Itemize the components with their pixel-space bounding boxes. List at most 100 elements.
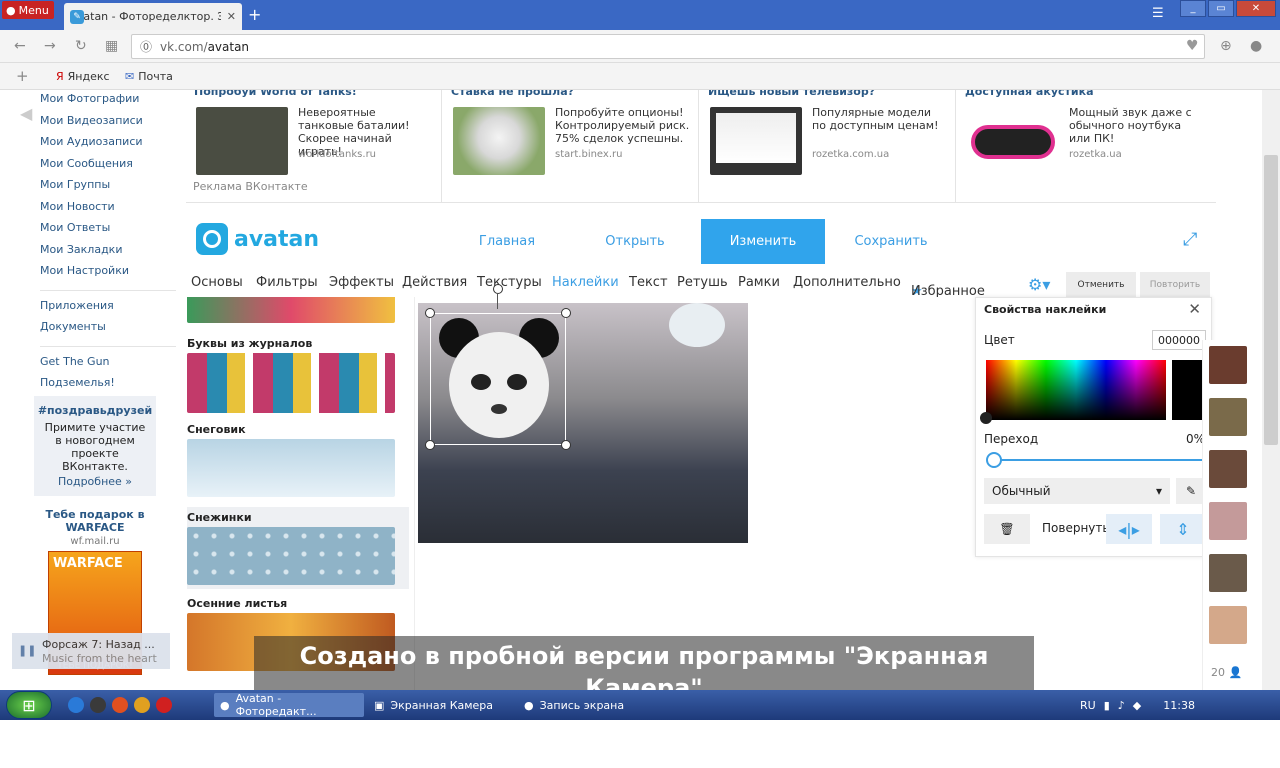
bookmark-mail[interactable]: ✉ Почта bbox=[125, 70, 173, 83]
back-icon[interactable]: ← bbox=[14, 38, 26, 54]
menu-basics[interactable]: Основы bbox=[191, 275, 243, 290]
opera-icon[interactable] bbox=[156, 697, 172, 713]
menu-item-messages[interactable]: Мои Сообщения bbox=[40, 157, 180, 179]
account-icon[interactable]: ● bbox=[1250, 38, 1262, 54]
ad-headline[interactable]: Ищешь новый телевизор? bbox=[708, 90, 875, 98]
sticker-group-snowman[interactable]: Снеговик bbox=[187, 423, 409, 497]
add-bookmark-icon[interactable]: + bbox=[16, 67, 29, 85]
ad-image[interactable] bbox=[710, 107, 802, 175]
friend-avatar[interactable] bbox=[1209, 502, 1247, 540]
explorer-icon[interactable] bbox=[90, 697, 106, 713]
menu-item-videos[interactable]: Мои Видеозаписи bbox=[40, 114, 180, 136]
taskbar-item-screencam[interactable]: ▣ Экранная Камера bbox=[368, 693, 516, 717]
resize-handle[interactable] bbox=[561, 308, 571, 318]
menu-item-apps[interactable]: Приложения bbox=[40, 299, 180, 321]
menu-textures[interactable]: Текстуры bbox=[477, 275, 542, 290]
panda-sticker[interactable] bbox=[430, 313, 566, 445]
menu-actions[interactable]: Действия bbox=[402, 275, 467, 290]
ad-image[interactable] bbox=[453, 107, 545, 175]
minimize-button[interactable]: _ bbox=[1180, 0, 1206, 17]
menu-item-news[interactable]: Мои Новости bbox=[40, 200, 180, 222]
nav-edit[interactable]: Изменить bbox=[701, 219, 825, 264]
nav-home[interactable]: Главная bbox=[457, 219, 557, 264]
menu-item-audio[interactable]: Мои Аудиозаписи bbox=[40, 135, 180, 157]
promo-tag[interactable]: #поздравьдрузей bbox=[34, 404, 156, 417]
ad-image[interactable] bbox=[967, 107, 1059, 175]
menu-stickers[interactable]: Наклейки bbox=[552, 275, 619, 290]
sticker-band[interactable] bbox=[187, 439, 395, 497]
close-icon[interactable]: ✕ bbox=[1188, 300, 1201, 318]
sticker-group-snowflakes[interactable]: Снежинки bbox=[187, 507, 409, 589]
friend-avatar[interactable] bbox=[1209, 450, 1247, 488]
site-info-icon[interactable]: ⓪ bbox=[140, 38, 152, 55]
ad-card[interactable]: Доступная акустика Мощный звук даже с об… bbox=[957, 90, 1213, 203]
menu-item-settings[interactable]: Мои Настройки bbox=[40, 264, 180, 286]
clock[interactable]: 11:38 bbox=[1163, 699, 1195, 712]
download-icon[interactable]: ⊕ bbox=[1220, 38, 1232, 54]
redo-button[interactable]: Повторить bbox=[1140, 272, 1210, 298]
color-picker-handle[interactable] bbox=[980, 412, 992, 424]
resize-handle[interactable] bbox=[425, 308, 435, 318]
color-spectrum[interactable] bbox=[986, 360, 1166, 420]
bookmark-yandex[interactable]: Я Яндекс bbox=[56, 70, 110, 83]
forward-icon[interactable]: → bbox=[44, 38, 56, 54]
ad-headline[interactable]: Доступная акустика bbox=[965, 90, 1094, 98]
tab-close-icon[interactable]: ✕ bbox=[227, 10, 236, 23]
ad-headline[interactable]: Попробуй World of Tanks! bbox=[194, 90, 357, 98]
menu-effects[interactable]: Эффекты bbox=[329, 275, 394, 290]
friend-avatar[interactable] bbox=[1209, 346, 1247, 384]
hex-input[interactable]: 000000 bbox=[1152, 330, 1206, 350]
browser-tab[interactable]: ✎ Avatan - Фотоределктор. Эс ✕ bbox=[64, 3, 242, 30]
menu-frames[interactable]: Рамки bbox=[738, 275, 780, 290]
ad-headline[interactable]: Ставка не прошла? bbox=[451, 90, 574, 98]
menu-item-game-2[interactable]: Подземелья! bbox=[40, 376, 180, 398]
sticker-band[interactable] bbox=[187, 353, 395, 413]
sticker-band[interactable] bbox=[187, 527, 395, 585]
friend-avatar[interactable] bbox=[1209, 554, 1247, 592]
menu-item-bookmarks[interactable]: Мои Закладки bbox=[40, 243, 180, 265]
menu-item-groups[interactable]: Мои Группы bbox=[40, 178, 180, 200]
new-tab-button[interactable]: + bbox=[248, 5, 261, 24]
nav-open[interactable]: Открыть bbox=[585, 219, 685, 264]
friends-count[interactable]: 20 👤 bbox=[1211, 666, 1242, 679]
volume-icon[interactable]: ♪ bbox=[1118, 699, 1125, 712]
tab-menu-icon[interactable]: ☰ bbox=[1152, 6, 1164, 21]
scrollbar-thumb[interactable] bbox=[1264, 155, 1278, 445]
gear-icon[interactable]: ⚙▾ bbox=[1028, 275, 1050, 294]
friend-avatar[interactable] bbox=[1209, 606, 1247, 644]
page-scrollbar[interactable] bbox=[1262, 90, 1280, 690]
flip-vertical-icon[interactable]: ⇕ bbox=[1160, 514, 1206, 544]
shield-icon[interactable]: ◆ bbox=[1133, 699, 1141, 712]
ad-image[interactable] bbox=[196, 107, 288, 175]
fullscreen-icon[interactable]: ⤢ bbox=[1183, 229, 1197, 250]
heart-icon[interactable]: ♥ bbox=[1186, 38, 1199, 54]
start-button[interactable]: ⊞ bbox=[6, 691, 52, 719]
flip-horizontal-icon[interactable]: ◂|▸ bbox=[1106, 514, 1152, 544]
speed-dial-icon[interactable]: ▦ bbox=[105, 38, 118, 54]
ad-card[interactable]: Ставка не прошла? Попробуйте опционы! Ко… bbox=[443, 90, 699, 203]
menu-filters[interactable]: Фильтры bbox=[256, 275, 318, 290]
sidebar-collapse-icon[interactable]: ◀ bbox=[20, 104, 32, 123]
network-icon[interactable]: ▮ bbox=[1104, 699, 1110, 712]
menu-item-game-1[interactable]: Get The Gun bbox=[40, 355, 180, 377]
pause-icon[interactable]: ❚❚ bbox=[18, 644, 36, 657]
sticker-group-top[interactable] bbox=[187, 297, 409, 323]
resize-handle[interactable] bbox=[425, 440, 435, 450]
menu-text[interactable]: Текст bbox=[629, 275, 668, 290]
menu-item-answers[interactable]: Мои Ответы bbox=[40, 221, 180, 243]
slider-knob[interactable] bbox=[986, 452, 1002, 468]
avatan-logo[interactable]: avatan bbox=[196, 223, 319, 255]
undo-button[interactable]: Отменить bbox=[1066, 272, 1136, 298]
sticker-band[interactable] bbox=[187, 297, 395, 323]
close-button[interactable]: ✕ bbox=[1236, 0, 1276, 17]
sticker-group-magazine[interactable]: Буквы из журналов bbox=[187, 337, 409, 413]
friend-avatar[interactable] bbox=[1209, 398, 1247, 436]
url-field[interactable]: ⓪ vk.com/avatan bbox=[131, 34, 1205, 59]
taskbar-item-opera[interactable]: ● Avatan - Фоторедакт... bbox=[214, 692, 364, 718]
menu-item-documents[interactable]: Документы bbox=[40, 320, 180, 342]
opera-menu-button[interactable]: ● Menu bbox=[2, 1, 54, 19]
promo-more-link[interactable]: Подробнее » bbox=[34, 475, 156, 488]
nav-save[interactable]: Сохранить bbox=[841, 219, 941, 264]
trash-icon[interactable]: 🗑 bbox=[984, 514, 1030, 544]
audio-player[interactable]: ❚❚ Форсаж 7: Назад ... Music from the he… bbox=[12, 633, 170, 669]
